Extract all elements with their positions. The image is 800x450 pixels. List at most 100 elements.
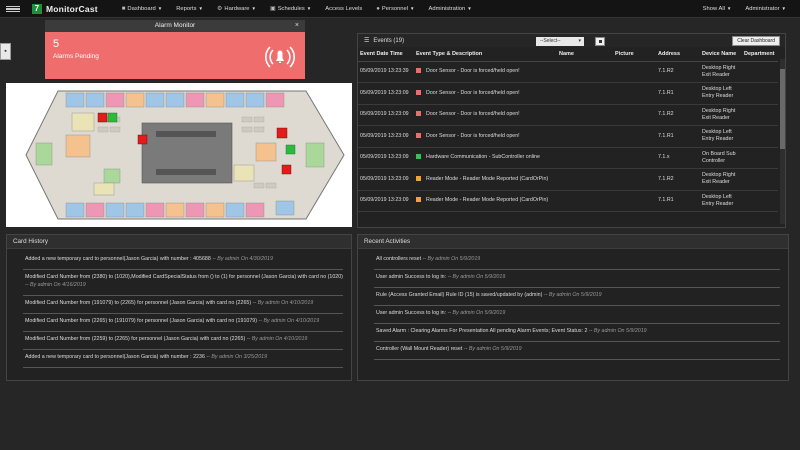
activity-meta: -- By admin On 5/9/2019 xyxy=(543,291,602,298)
event-type-swatch xyxy=(416,197,421,203)
activity-text: Added a new temporary card to personnel(… xyxy=(25,353,205,360)
event-datetime: 05/09/2019 13:23:09 xyxy=(358,190,414,212)
event-description: Hardware Communication - SubController o… xyxy=(414,147,557,169)
alarm-monitor: Alarm Monitor × 5 Alarms Pending xyxy=(45,20,305,79)
event-type-swatch xyxy=(416,111,421,117)
sidebar-expand-button[interactable]: ▪ xyxy=(0,43,11,60)
nav-item-label: Personnel xyxy=(381,5,409,12)
event-device: Desktop Right Exit Reader xyxy=(700,61,742,83)
column-header[interactable]: Picture xyxy=(613,47,656,62)
nav-right-label: Show All xyxy=(702,5,725,12)
event-datetime: 05/09/2019 13:23:39 xyxy=(358,61,414,83)
chevron-down-icon: ▼ xyxy=(726,6,732,11)
alarm-monitor-header: Alarm Monitor × xyxy=(45,20,305,32)
event-type-swatch xyxy=(416,89,421,95)
stop-button[interactable] xyxy=(595,37,605,46)
user-menu: Show All ▼ Administrator ▼ xyxy=(703,6,800,12)
activity-meta: -- By admin On 4/30/2019 xyxy=(212,256,273,262)
chevron-down-icon: ▼ xyxy=(467,6,472,11)
chevron-down-icon: ▼ xyxy=(157,6,163,11)
nav-item-hardware[interactable]: ⚙ Hardware ▼ xyxy=(217,5,256,13)
menu-toggle-icon[interactable] xyxy=(6,4,20,14)
nav-item-label: Access Levels xyxy=(325,5,363,12)
event-row[interactable]: 05/09/2019 13:23:39 Door Sensor - Door is… xyxy=(358,61,778,83)
event-description: Door Sensor - Door is forced/held open! xyxy=(414,61,557,83)
activity-meta: -- By admin On 5/9/2019 xyxy=(463,345,522,352)
alarm-monitor-title: Alarm Monitor xyxy=(154,22,196,29)
event-row[interactable]: 05/09/2019 13:23:09 Reader Mode - Reader … xyxy=(358,190,778,212)
nav-item-label: Hardware xyxy=(224,5,250,12)
column-header[interactable]: Department xyxy=(742,47,778,62)
event-address: 7.1.R2 xyxy=(656,104,700,126)
event-description-text: Door Sensor - Door is forced/held open! xyxy=(426,132,520,139)
event-picture xyxy=(613,125,656,148)
activity-text: Modified Card Number from (2259) to (226… xyxy=(25,335,246,342)
column-header[interactable]: Device Name xyxy=(700,47,742,62)
nav-item-access-levels[interactable]: Access Levels xyxy=(325,5,362,12)
event-filter-select[interactable]: --Select-- xyxy=(536,37,584,46)
event-type-swatch xyxy=(416,175,421,181)
event-description: Reader Mode - Reader Mode Reported (Card… xyxy=(414,190,557,212)
recent-activities-title: Recent Activities xyxy=(358,235,788,249)
floor-plan-map[interactable] xyxy=(6,83,352,227)
activity-text: Controller (Wall Mount Reader) reset xyxy=(376,345,463,352)
calendar-icon: ▣ xyxy=(270,6,276,12)
event-description: Door Sensor - Door is forced/held open! xyxy=(414,125,557,148)
nav-right-label: Administrator xyxy=(745,5,780,12)
event-department xyxy=(742,104,778,126)
events-table: Event Date Time Event Type & Description N… xyxy=(358,47,778,212)
nav-right-administrator[interactable]: Administrator ▼ xyxy=(745,6,786,12)
column-header[interactable]: Name xyxy=(557,47,613,62)
recent-activities-list: All controllers reset -- By admin On 5/9… xyxy=(358,249,788,360)
clear-dashboard-button[interactable]: Clear Dashboard xyxy=(732,36,780,46)
activity-text: Modified Card Number from (191079) to (2… xyxy=(25,299,252,306)
logo-icon: 7 xyxy=(32,3,42,14)
event-name xyxy=(557,104,613,126)
event-row[interactable]: 05/09/2019 13:23:09 Reader Mode - Reader … xyxy=(358,168,778,191)
event-description: Reader Mode - Reader Mode Reported (Card… xyxy=(414,168,557,191)
event-department xyxy=(742,125,778,148)
event-row[interactable]: 05/09/2019 13:23:09 Door Sensor - Door is… xyxy=(358,82,778,105)
activity-item: User admin Success to log in: -- By admi… xyxy=(374,270,780,288)
event-device: Desktop Left Entry Reader xyxy=(700,125,742,148)
nav-item-label: Dashboard xyxy=(127,5,156,12)
event-device: Desktop Right Exit Reader xyxy=(700,168,742,191)
nav-item-dashboard[interactable]: ■ Dashboard ▼ xyxy=(122,5,162,12)
card-history-list: Added a new temporary card to personnel(… xyxy=(7,249,351,368)
activity-text: Modified Card Number from (2265) to (191… xyxy=(25,317,257,324)
event-description-text: Hardware Communication - SubController o… xyxy=(426,154,540,161)
event-row[interactable]: 05/09/2019 13:23:09 Door Sensor - Door is… xyxy=(358,104,778,126)
events-scrollbar[interactable] xyxy=(780,59,785,224)
event-picture xyxy=(613,147,656,169)
app-logo[interactable]: 7 MonitorCast xyxy=(32,3,98,14)
nav-item-personnel[interactable]: ● Personnel ▼ xyxy=(376,5,414,12)
event-row[interactable]: 05/09/2019 13:23:09 Hardware Communicatio… xyxy=(358,147,778,169)
nav-item-schedules[interactable]: ▣ Schedules ▼ xyxy=(270,5,311,13)
alarm-pending-box[interactable]: 5 Alarms Pending xyxy=(45,32,305,79)
event-type-swatch xyxy=(416,154,421,160)
event-row[interactable]: 05/09/2019 13:23:09 Door Sensor - Door is… xyxy=(358,125,778,148)
activity-text: Rule (Access Granted Email) Rule ID (15)… xyxy=(376,291,543,298)
activity-text: Added a new temporary card to personnel(… xyxy=(25,256,211,262)
floor-plan-image xyxy=(6,83,352,227)
activity-meta: -- By admin On 4/16/2019 xyxy=(25,281,86,288)
scrollbar-thumb[interactable] xyxy=(780,69,785,149)
user-icon: ● xyxy=(376,5,380,12)
event-department xyxy=(742,82,778,105)
card-history-panel: Card History Added a new temporary card … xyxy=(6,234,352,381)
activity-text: User admin Success to log in: xyxy=(376,309,447,316)
column-header[interactable]: Event Type & Description xyxy=(414,47,557,62)
column-header[interactable]: Event Date Time xyxy=(358,47,414,62)
column-header[interactable]: Address xyxy=(656,47,700,62)
events-title: ☰ Events (19) xyxy=(364,37,404,45)
event-department xyxy=(742,168,778,191)
close-icon[interactable]: × xyxy=(295,20,299,32)
nav-item-administration[interactable]: Administration ▼ xyxy=(429,5,472,12)
main-menu: ■ Dashboard ▼ Reports ▼ ⚙ Hardware ▼ ▣ Schedules ▼… xyxy=(122,5,486,13)
gear-icon: ⚙ xyxy=(217,6,223,12)
activity-meta: -- By admin On 5/9/2019 xyxy=(447,273,506,280)
activity-item: Modified Card Number from (2265) to (191… xyxy=(23,314,343,332)
event-device: Desktop Left Entry Reader xyxy=(700,190,742,212)
nav-item-reports[interactable]: Reports ▼ xyxy=(176,5,203,12)
nav-right-show-all[interactable]: Show All ▼ xyxy=(703,6,732,12)
